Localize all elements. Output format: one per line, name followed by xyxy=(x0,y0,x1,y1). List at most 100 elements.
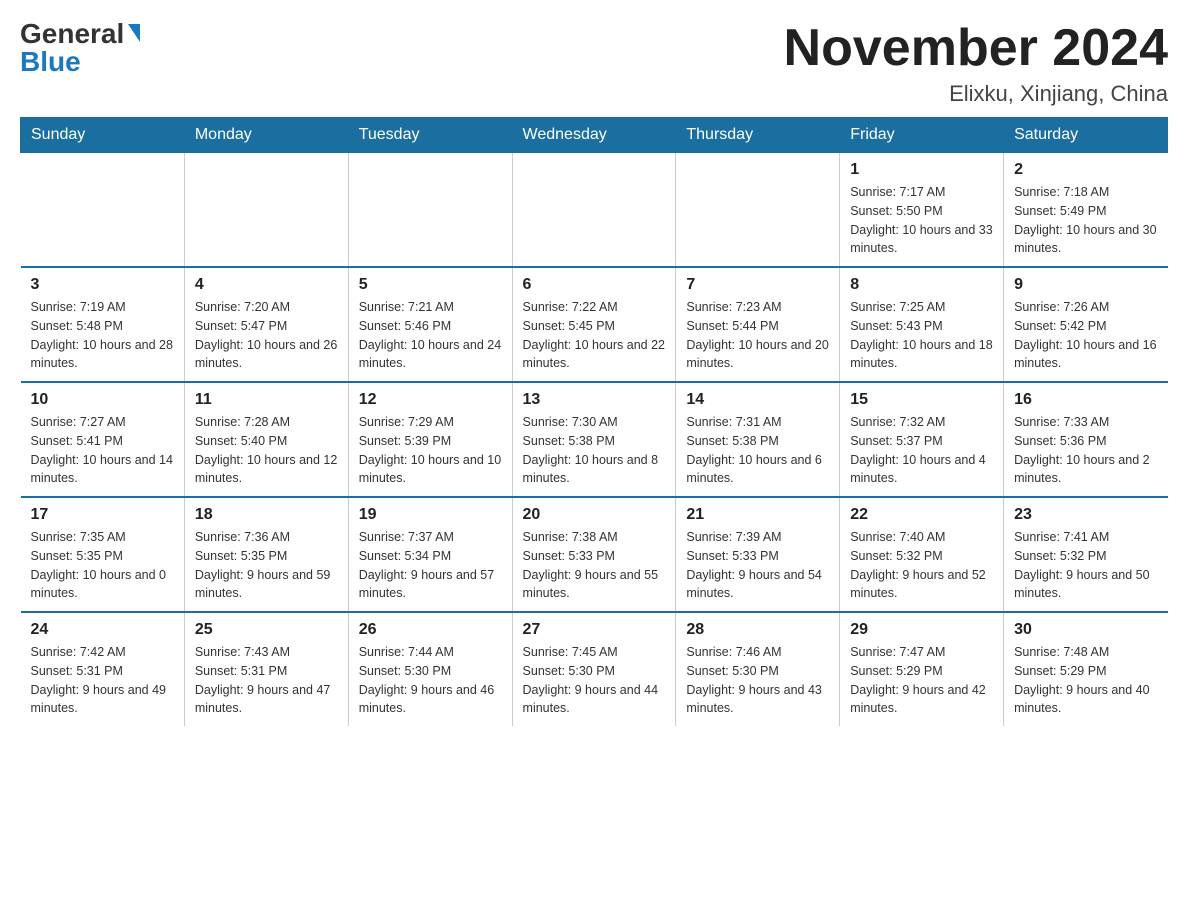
calendar-cell: 24Sunrise: 7:42 AMSunset: 5:31 PMDayligh… xyxy=(21,612,185,726)
header-tuesday: Tuesday xyxy=(348,118,512,153)
day-info: Sunrise: 7:26 AMSunset: 5:42 PMDaylight:… xyxy=(1014,298,1157,373)
week-row-1: 1 Sunrise: 7:17 AMSunset: 5:50 PMDaylight… xyxy=(21,153,1168,268)
day-number: 29 xyxy=(850,621,993,639)
logo-general-text: General xyxy=(20,20,124,48)
calendar-cell: 29 Sunrise: 7:47 AMSunset: 5:29 PMDayligh… xyxy=(840,612,1004,726)
calendar-cell: 12 Sunrise: 7:29 AMSunset: 5:39 PMDayligh… xyxy=(348,382,512,497)
day-info: Sunrise: 7:33 AMSunset: 5:36 PMDaylight:… xyxy=(1014,413,1157,488)
calendar-cell xyxy=(676,153,840,268)
calendar-cell xyxy=(184,153,348,268)
calendar-cell xyxy=(21,153,185,268)
day-info: Sunrise: 7:46 AMSunset: 5:30 PMDaylight:… xyxy=(686,643,829,718)
day-number: 20 xyxy=(523,506,666,524)
day-info: Sunrise: 7:44 AMSunset: 5:30 PMDaylight:… xyxy=(359,643,502,718)
calendar-cell: 17 Sunrise: 7:35 AMSunset: 5:35 PMDayligh… xyxy=(21,497,185,612)
day-info: Sunrise: 7:35 AMSunset: 5:35 PMDaylight:… xyxy=(31,528,174,603)
calendar-cell: 20 Sunrise: 7:38 AMSunset: 5:33 PMDayligh… xyxy=(512,497,676,612)
day-number: 4 xyxy=(195,276,338,294)
week-row-2: 3 Sunrise: 7:19 AMSunset: 5:48 PMDaylight… xyxy=(21,267,1168,382)
day-info: Sunrise: 7:45 AMSunset: 5:30 PMDaylight:… xyxy=(523,643,666,718)
day-number: 30 xyxy=(1014,621,1157,639)
calendar-cell: 1 Sunrise: 7:17 AMSunset: 5:50 PMDaylight… xyxy=(840,153,1004,268)
calendar-cell: 23 Sunrise: 7:41 AMSunset: 5:32 PMDayligh… xyxy=(1004,497,1168,612)
week-row-5: 24Sunrise: 7:42 AMSunset: 5:31 PMDayligh… xyxy=(21,612,1168,726)
day-number: 13 xyxy=(523,391,666,409)
day-number: 11 xyxy=(195,391,338,409)
calendar-body: 1 Sunrise: 7:17 AMSunset: 5:50 PMDaylight… xyxy=(21,153,1168,727)
day-number: 24 xyxy=(31,621,174,639)
day-number: 5 xyxy=(359,276,502,294)
header-monday: Monday xyxy=(184,118,348,153)
calendar-table: Sunday Monday Tuesday Wednesday Thursday… xyxy=(20,117,1168,726)
day-number: 21 xyxy=(686,506,829,524)
day-number: 8 xyxy=(850,276,993,294)
day-info: Sunrise: 7:29 AMSunset: 5:39 PMDaylight:… xyxy=(359,413,502,488)
day-number: 22 xyxy=(850,506,993,524)
location: Elixku, Xinjiang, China xyxy=(784,81,1168,107)
calendar-cell: 28 Sunrise: 7:46 AMSunset: 5:30 PMDayligh… xyxy=(676,612,840,726)
day-info: Sunrise: 7:40 AMSunset: 5:32 PMDaylight:… xyxy=(850,528,993,603)
day-number: 1 xyxy=(850,161,993,179)
day-number: 28 xyxy=(686,621,829,639)
calendar-cell: 8 Sunrise: 7:25 AMSunset: 5:43 PMDaylight… xyxy=(840,267,1004,382)
week-row-3: 10Sunrise: 7:27 AMSunset: 5:41 PMDayligh… xyxy=(21,382,1168,497)
title-block: November 2024 Elixku, Xinjiang, China xyxy=(784,20,1168,107)
calendar-cell: 18Sunrise: 7:36 AMSunset: 5:35 PMDayligh… xyxy=(184,497,348,612)
calendar-cell: 10Sunrise: 7:27 AMSunset: 5:41 PMDayligh… xyxy=(21,382,185,497)
logo: General Blue xyxy=(20,20,140,76)
day-info: Sunrise: 7:47 AMSunset: 5:29 PMDaylight:… xyxy=(850,643,993,718)
calendar-cell: 4 Sunrise: 7:20 AMSunset: 5:47 PMDaylight… xyxy=(184,267,348,382)
day-number: 14 xyxy=(686,391,829,409)
logo-triangle-icon xyxy=(128,24,140,42)
day-info: Sunrise: 7:30 AMSunset: 5:38 PMDaylight:… xyxy=(523,413,666,488)
header-wednesday: Wednesday xyxy=(512,118,676,153)
calendar-cell: 11 Sunrise: 7:28 AMSunset: 5:40 PMDayligh… xyxy=(184,382,348,497)
calendar-cell: 6 Sunrise: 7:22 AMSunset: 5:45 PMDaylight… xyxy=(512,267,676,382)
day-info: Sunrise: 7:31 AMSunset: 5:38 PMDaylight:… xyxy=(686,413,829,488)
day-info: Sunrise: 7:18 AMSunset: 5:49 PMDaylight:… xyxy=(1014,183,1157,258)
week-row-4: 17 Sunrise: 7:35 AMSunset: 5:35 PMDayligh… xyxy=(21,497,1168,612)
day-number: 2 xyxy=(1014,161,1157,179)
day-number: 9 xyxy=(1014,276,1157,294)
day-info: Sunrise: 7:28 AMSunset: 5:40 PMDaylight:… xyxy=(195,413,338,488)
calendar-cell: 22 Sunrise: 7:40 AMSunset: 5:32 PMDayligh… xyxy=(840,497,1004,612)
calendar-cell: 2 Sunrise: 7:18 AMSunset: 5:49 PMDaylight… xyxy=(1004,153,1168,268)
calendar-cell: 16 Sunrise: 7:33 AMSunset: 5:36 PMDayligh… xyxy=(1004,382,1168,497)
day-info: Sunrise: 7:25 AMSunset: 5:43 PMDaylight:… xyxy=(850,298,993,373)
header-friday: Friday xyxy=(840,118,1004,153)
day-info: Sunrise: 7:21 AMSunset: 5:46 PMDaylight:… xyxy=(359,298,502,373)
calendar-cell xyxy=(348,153,512,268)
day-info: Sunrise: 7:20 AMSunset: 5:47 PMDaylight:… xyxy=(195,298,338,373)
calendar-cell: 3 Sunrise: 7:19 AMSunset: 5:48 PMDaylight… xyxy=(21,267,185,382)
calendar-cell xyxy=(512,153,676,268)
day-number: 6 xyxy=(523,276,666,294)
day-info: Sunrise: 7:41 AMSunset: 5:32 PMDaylight:… xyxy=(1014,528,1157,603)
calendar-cell: 5 Sunrise: 7:21 AMSunset: 5:46 PMDaylight… xyxy=(348,267,512,382)
day-info: Sunrise: 7:17 AMSunset: 5:50 PMDaylight:… xyxy=(850,183,993,258)
day-number: 12 xyxy=(359,391,502,409)
calendar-header: Sunday Monday Tuesday Wednesday Thursday… xyxy=(21,118,1168,153)
calendar-cell: 26 Sunrise: 7:44 AMSunset: 5:30 PMDayligh… xyxy=(348,612,512,726)
day-info: Sunrise: 7:43 AMSunset: 5:31 PMDaylight:… xyxy=(195,643,338,718)
day-info: Sunrise: 7:22 AMSunset: 5:45 PMDaylight:… xyxy=(523,298,666,373)
calendar-cell: 9 Sunrise: 7:26 AMSunset: 5:42 PMDaylight… xyxy=(1004,267,1168,382)
day-number: 26 xyxy=(359,621,502,639)
header-thursday: Thursday xyxy=(676,118,840,153)
day-info: Sunrise: 7:19 AMSunset: 5:48 PMDaylight:… xyxy=(31,298,174,373)
header: General Blue November 2024 Elixku, Xinji… xyxy=(20,20,1168,107)
month-title: November 2024 xyxy=(784,20,1168,77)
day-number: 19 xyxy=(359,506,502,524)
day-number: 27 xyxy=(523,621,666,639)
day-number: 15 xyxy=(850,391,993,409)
calendar-cell: 21Sunrise: 7:39 AMSunset: 5:33 PMDayligh… xyxy=(676,497,840,612)
day-info: Sunrise: 7:36 AMSunset: 5:35 PMDaylight:… xyxy=(195,528,338,603)
day-number: 16 xyxy=(1014,391,1157,409)
logo-blue-text: Blue xyxy=(20,48,81,76)
day-info: Sunrise: 7:27 AMSunset: 5:41 PMDaylight:… xyxy=(31,413,174,488)
day-info: Sunrise: 7:38 AMSunset: 5:33 PMDaylight:… xyxy=(523,528,666,603)
day-info: Sunrise: 7:23 AMSunset: 5:44 PMDaylight:… xyxy=(686,298,829,373)
calendar-cell: 15Sunrise: 7:32 AMSunset: 5:37 PMDayligh… xyxy=(840,382,1004,497)
day-number: 17 xyxy=(31,506,174,524)
day-number: 23 xyxy=(1014,506,1157,524)
day-number: 3 xyxy=(31,276,174,294)
